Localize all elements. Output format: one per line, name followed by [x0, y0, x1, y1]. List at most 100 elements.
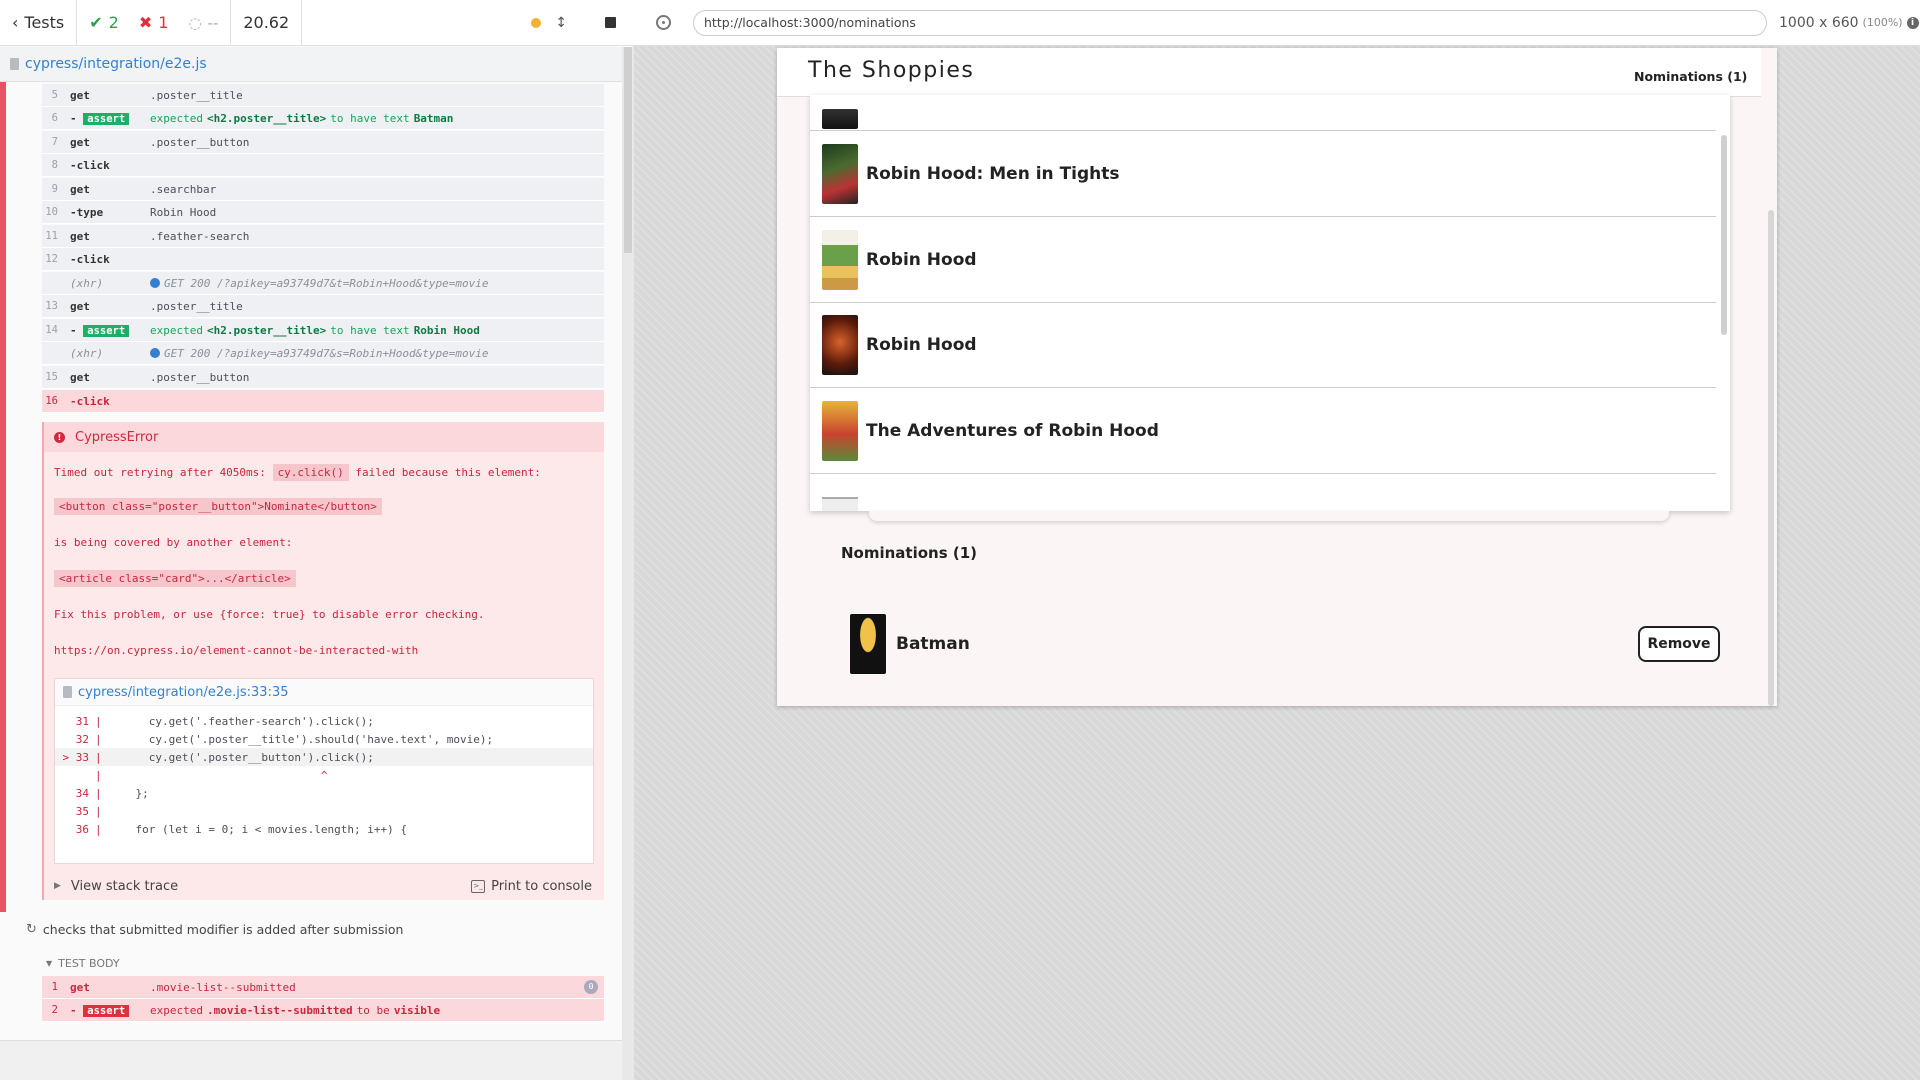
command-row[interactable]: 6 - assert expected <h2.poster__title> t… — [42, 107, 604, 130]
command-list: 5 get .poster__title 6 - assert expected… — [0, 82, 622, 1040]
code-line-highlighted: > 33 | cy.get('.poster__button').click(); — [55, 748, 593, 766]
error-element-2: <article class="card">...</article> — [44, 570, 296, 587]
print-to-console-button[interactable]: >_ Print to console — [471, 879, 592, 894]
failed-count: 1 — [158, 13, 169, 32]
error-element-1: <button class="poster__button">Nominate<… — [44, 498, 382, 515]
failed-command-row[interactable]: 2 - assert expected .movie-list--submitt… — [42, 999, 604, 1022]
code-line: | ^ — [95, 768, 328, 782]
xhr-dot-icon — [150, 348, 160, 358]
cross-icon: ✖ — [138, 13, 153, 32]
code-line: 31 | cy.get('.feather-search').click(); — [75, 714, 374, 728]
expand-collapse-icon[interactable]: ↕ — [555, 15, 567, 31]
pending-count: -- — [207, 13, 219, 32]
result-item[interactable]: Robin Hood — [810, 303, 1716, 388]
auto-scroll-indicator-icon — [531, 17, 542, 28]
failed-command-row[interactable]: 16 -click — [42, 390, 604, 413]
results-scrollbar[interactable] — [1721, 135, 1727, 335]
result-item[interactable]: Robin Hood — [810, 218, 1716, 303]
error-icon: ! — [54, 431, 65, 443]
remove-button[interactable]: Remove — [1638, 626, 1720, 662]
command-row[interactable]: 15 get .poster__button — [42, 366, 604, 389]
command-row[interactable]: 8 -click — [42, 154, 604, 177]
error-message-line: Timed out retrying after 4050ms: cy.clic… — [54, 464, 541, 481]
nominations-heading: Nominations (1) — [841, 544, 978, 562]
assert-badge: assert — [83, 112, 130, 125]
command-row[interactable]: 9 get .searchbar — [42, 178, 604, 201]
terminal-icon: >_ — [471, 879, 486, 893]
result-item-partial[interactable] — [810, 95, 1716, 131]
code-frame-header: cypress/integration/e2e.js:33:35 — [55, 679, 593, 706]
selector-playground-icon[interactable] — [656, 15, 671, 30]
app-brand[interactable]: The Shoppies — [808, 58, 974, 83]
app-scrollbar[interactable] — [1768, 210, 1774, 706]
command-log-panel: ‹ Tests ✔ 2 ✖ 1 ◌ -- 20.62 ↕ cypress/int… — [0, 0, 634, 1080]
command-row[interactable]: 14 - assert expected <h2.poster__title> … — [42, 319, 604, 342]
search-card-shadow — [869, 511, 1669, 521]
view-stack-trace-toggle[interactable]: View stack trace — [71, 879, 178, 894]
command-row[interactable]: 5 get .poster__title — [42, 84, 604, 107]
result-item-partial — [822, 497, 858, 511]
command-row[interactable]: 13 get .poster__title — [42, 295, 604, 318]
result-item[interactable]: The Adventures of Robin Hood — [810, 389, 1716, 474]
xhr-dot-icon — [150, 278, 160, 288]
running-refresh-icon: ↻ — [26, 922, 37, 937]
run-controls: ↕ — [519, 0, 634, 45]
check-icon: ✔ — [89, 13, 103, 32]
chevron-left-icon: ‹ — [12, 13, 19, 32]
code-line: 34 | }; — [75, 786, 149, 800]
poster-image — [822, 144, 858, 204]
nomination-item: Batman Remove — [850, 613, 1720, 675]
command-row[interactable]: 10 -type Robin Hood — [42, 201, 604, 224]
viewport-info: 1000 x 660 (100%) i — [1779, 15, 1919, 31]
code-frame-file-link[interactable]: cypress/integration/e2e.js:33:35 — [78, 685, 289, 700]
spec-path-link[interactable]: cypress/integration/e2e.js — [25, 56, 207, 72]
code-line: 32 | cy.get('.poster__title').should('hav… — [75, 732, 494, 746]
app-under-test: The Shoppies Nominations (1) Robin Hood:… — [777, 48, 1777, 706]
url-display: http://localhost:3000/nominations — [693, 9, 1767, 36]
error-docs-link[interactable]: https://on.cypress.io/element-cannot-be-… — [44, 644, 418, 657]
command-row[interactable]: 7 get .poster__button — [42, 131, 604, 154]
test-title-row[interactable]: ↻ checks that submitted modifier is adde… — [26, 922, 403, 937]
failed-command-row[interactable]: 1 get .movie-list--submitted 0 — [42, 976, 604, 999]
error-name: CypressError — [75, 429, 159, 445]
info-icon[interactable]: i — [1906, 16, 1919, 29]
tests-button[interactable]: ‹ Tests — [0, 0, 78, 45]
reporter-scroll-thumb[interactable] — [624, 47, 632, 253]
spec-path-bar: cypress/integration/e2e.js — [0, 47, 622, 82]
result-item[interactable]: Robin Hood: Men in Tights — [810, 132, 1716, 217]
command-count-badge: 0 — [584, 980, 598, 994]
reporter-header: ‹ Tests ✔ 2 ✖ 1 ◌ -- 20.62 ↕ — [0, 0, 634, 46]
poster-image — [850, 614, 886, 674]
command-row[interactable]: 12 -click — [42, 248, 604, 271]
assert-badge: assert — [83, 324, 130, 337]
poster-image — [822, 315, 858, 375]
stats-group: ✔ 2 ✖ 1 ◌ -- — [77, 0, 232, 45]
error-message-line: Fix this problem, or use {force: true} t… — [54, 608, 485, 621]
poster-image — [822, 230, 858, 290]
stack-trace-row: ▶ View stack trace >_ Print to console — [44, 872, 604, 900]
xhr-row[interactable]: (xhr) GET 200 /?apikey=a93749d7&t=Robin+… — [42, 272, 604, 295]
tests-label: Tests — [24, 13, 65, 32]
command-row[interactable]: 11 get .feather-search — [42, 225, 604, 248]
code-frame: cypress/integration/e2e.js:33:35 31 | cy.… — [54, 678, 594, 864]
code-line: 36 | for (let i = 0; i < movies.length; i… — [75, 822, 408, 836]
failed-test-indicator — [0, 82, 6, 912]
assert-badge: assert — [83, 1004, 130, 1017]
xhr-row[interactable]: (xhr) GET 200 /?apikey=a93749d7&s=Robin+… — [42, 342, 604, 365]
test-body-header[interactable]: ▼ TEST BODY — [46, 957, 120, 970]
reporter-footer — [0, 1040, 622, 1080]
file-icon — [10, 58, 19, 70]
passed-count: 2 — [108, 13, 119, 32]
pending-circle-icon: ◌ — [188, 13, 202, 32]
duration: 20.62 — [231, 0, 303, 45]
code-line: 35 | — [75, 804, 102, 818]
search-results-dropdown: Robin Hood: Men in Tights Robin Hood Rob… — [810, 95, 1730, 511]
aut-url-bar: http://localhost:3000/nominations 1000 x… — [634, 0, 1920, 46]
nominations-nav-link[interactable]: Nominations (1) — [1634, 69, 1747, 84]
triangle-right-icon: ▶ — [54, 881, 61, 891]
stop-button[interactable] — [605, 17, 616, 28]
error-message-line: is being covered by another element: — [54, 536, 293, 549]
caret-down-icon: ▼ — [46, 959, 53, 968]
file-icon — [63, 686, 72, 698]
poster-image — [822, 109, 858, 129]
